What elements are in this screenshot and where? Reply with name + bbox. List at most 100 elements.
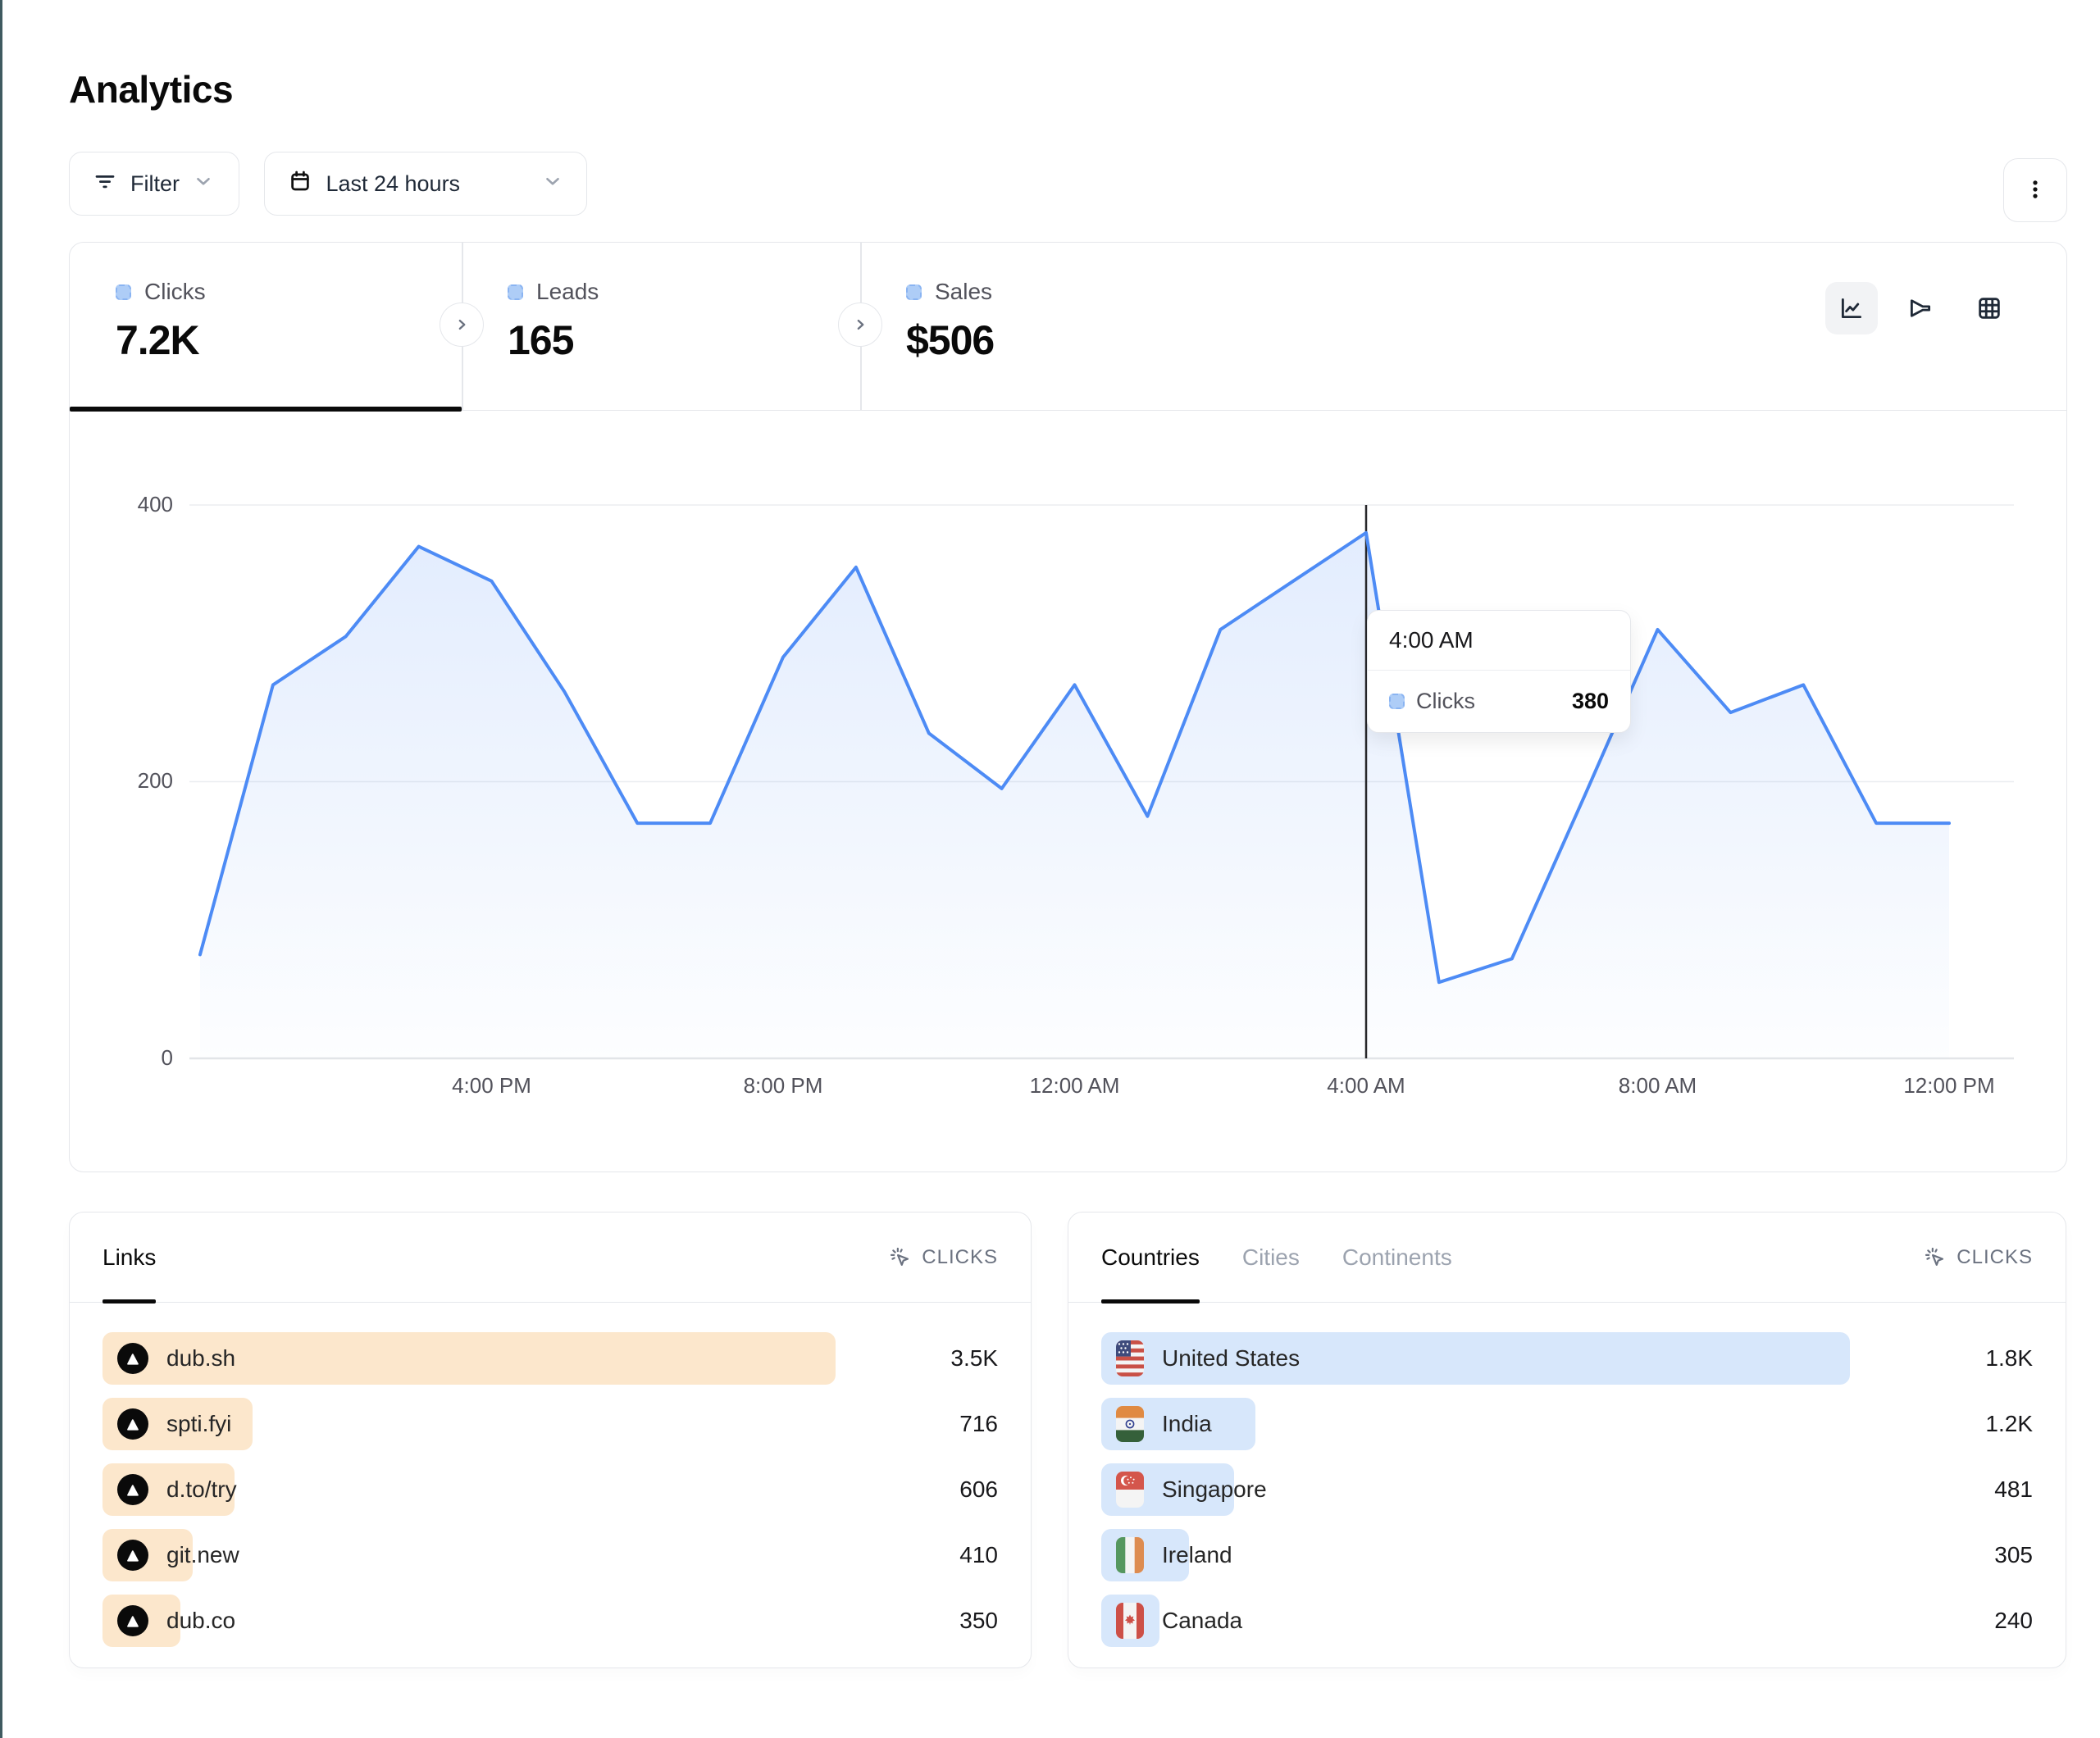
geo-clicks-value: 1.2K [1943, 1411, 2033, 1437]
tab-cities[interactable]: Cities [1242, 1213, 1300, 1302]
tab-label: Continents [1342, 1244, 1452, 1271]
link-clicks-value: 350 [908, 1608, 998, 1634]
links-metric-label: CLICKS [922, 1246, 998, 1269]
tooltip-series-label: Clicks [1416, 689, 1560, 714]
geo-panel-header: Countries Cities Continents CLICKS [1068, 1213, 2066, 1303]
bar-track: India [1101, 1398, 1943, 1450]
geo-metric-selector[interactable]: CLICKS [1924, 1246, 2033, 1269]
link-clicks-value: 716 [908, 1411, 998, 1437]
flag-icon-ie [1116, 1537, 1144, 1573]
geo-row-singapore[interactable]: Singapore 481 [1101, 1463, 2033, 1516]
filter-icon [93, 169, 117, 199]
link-row-dub-co[interactable]: dub.co 350 [102, 1595, 998, 1647]
bar-track: d.to/try [102, 1463, 908, 1516]
analytics-page: Analytics Filter Last 24 hours [0, 0, 2100, 1738]
tooltip-time: 4:00 AM [1368, 611, 1630, 671]
y-tick-0: 0 [75, 1045, 173, 1071]
bar-track: spti.fyi [102, 1398, 908, 1450]
bar-track: dub.sh [102, 1332, 908, 1385]
links-metric-selector[interactable]: CLICKS [889, 1246, 998, 1269]
toolbar: Filter Last 24 hours [69, 152, 2067, 217]
link-row-spti-fyi[interactable]: spti.fyi 716 [102, 1398, 998, 1450]
expand-leads-button[interactable] [440, 303, 484, 347]
flag-icon-sg [1116, 1472, 1144, 1508]
geo-row-ireland[interactable]: Ireland 305 [1101, 1529, 2033, 1581]
funnel-chart-icon [1906, 294, 1934, 322]
link-clicks-value: 3.5K [908, 1345, 998, 1372]
area-chart-canvas[interactable] [189, 505, 2014, 1058]
links-rows: dub.sh 3.5K spti.fyi 716 d.to/try 606 [70, 1303, 1031, 1647]
geo-panel: Countries Cities Continents CLICKS United … [1068, 1212, 2066, 1668]
clicks-legend-chip [1389, 694, 1405, 709]
tab-continents[interactable]: Continents [1342, 1213, 1452, 1302]
bar-track: Singapore [1101, 1463, 1943, 1516]
metric-value: $506 [906, 316, 1259, 364]
geo-row-canada[interactable]: Canada 240 [1101, 1595, 2033, 1647]
window-edge-strip [0, 0, 2, 1738]
cursor-click-icon [1924, 1246, 1947, 1269]
links-panel-header: Links CLICKS [70, 1213, 1031, 1303]
table-view-button[interactable] [1963, 282, 2016, 334]
tab-countries[interactable]: Countries [1101, 1213, 1200, 1302]
metric-value: 7.2K [116, 316, 462, 364]
metric-tab-clicks[interactable]: Clicks 7.2K [70, 243, 462, 410]
flag-icon-in [1116, 1406, 1144, 1442]
x-tick: 8:00 PM [744, 1073, 823, 1099]
legend-chip [116, 284, 131, 300]
chevron-right-icon [850, 314, 871, 335]
link-clicks-value: 410 [908, 1542, 998, 1568]
dub-logo-icon [117, 1408, 148, 1440]
geo-name: Ireland [1162, 1542, 1232, 1568]
legend-chip [508, 284, 523, 300]
date-range-button[interactable]: Last 24 hours [264, 152, 587, 216]
clicks-chart[interactable]: 0200400 4:00 PM8:00 PM12:00 AM4:00 AM8:0… [70, 411, 2066, 1170]
metric-label: Leads [536, 279, 599, 305]
geo-metric-label: CLICKS [1957, 1246, 2033, 1269]
link-row-d-to-try[interactable]: d.to/try 606 [102, 1463, 998, 1516]
link-row-git-new[interactable]: git.new 410 [102, 1529, 998, 1581]
x-tick: 8:00 AM [1619, 1073, 1697, 1099]
geo-rows: United States 1.8K India 1.2K Singapor [1068, 1303, 2066, 1647]
filter-button[interactable]: Filter [69, 152, 239, 216]
geo-name: United States [1162, 1345, 1300, 1372]
link-row-dub-sh[interactable]: dub.sh 3.5K [102, 1332, 998, 1385]
chart-view-toggle [1825, 282, 2016, 334]
date-range-label: Last 24 hours [326, 171, 529, 197]
y-tick-200: 200 [75, 768, 173, 794]
tab-label: Countries [1101, 1244, 1200, 1271]
flag-icon-us [1116, 1340, 1144, 1376]
flag-icon-ca [1116, 1603, 1144, 1639]
link-name: git.new [166, 1542, 239, 1568]
geo-name: India [1162, 1411, 1212, 1437]
link-clicks-value: 606 [908, 1476, 998, 1503]
bar-track: Ireland [1101, 1529, 1943, 1581]
tab-links[interactable]: Links [102, 1213, 156, 1302]
cursor-click-icon [889, 1246, 912, 1269]
dub-logo-icon [117, 1540, 148, 1571]
funnel-view-button[interactable] [1894, 282, 1947, 334]
metric-tab-sales[interactable]: Sales $506 [860, 243, 1259, 410]
more-options-button[interactable] [2003, 158, 2067, 222]
geo-clicks-value: 481 [1943, 1476, 2033, 1503]
dub-logo-icon [117, 1343, 148, 1374]
bar-track: Canada [1101, 1595, 1943, 1647]
links-panel: Links CLICKS dub.sh 3.5K s [69, 1212, 1032, 1668]
geo-clicks-value: 1.8K [1943, 1345, 2033, 1372]
link-name: dub.co [166, 1608, 235, 1634]
line-chart-view-button[interactable] [1825, 282, 1878, 334]
table-grid-icon [1975, 294, 2003, 322]
link-name: d.to/try [166, 1476, 237, 1503]
geo-clicks-value: 240 [1943, 1608, 2033, 1634]
metrics-tabs: Clicks 7.2K Leads 165 Sales $506 [70, 243, 2066, 411]
expand-sales-button[interactable] [838, 303, 882, 347]
legend-chip [906, 284, 922, 300]
metric-tab-leads[interactable]: Leads 165 [462, 243, 860, 410]
tab-label: Cities [1242, 1244, 1300, 1271]
link-name: spti.fyi [166, 1411, 231, 1437]
chevron-down-icon [193, 171, 214, 198]
geo-row-united-states[interactable]: United States 1.8K [1101, 1332, 2033, 1385]
x-tick: 12:00 PM [1903, 1073, 1994, 1099]
geo-row-india[interactable]: India 1.2K [1101, 1398, 2033, 1450]
geo-clicks-value: 305 [1943, 1542, 2033, 1568]
chart-tooltip: 4:00 AM Clicks 380 [1367, 610, 1631, 733]
